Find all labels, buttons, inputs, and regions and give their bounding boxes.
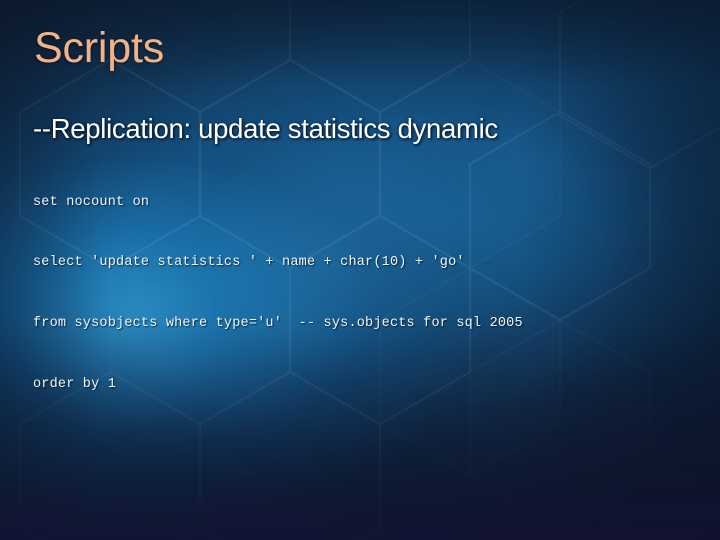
- code-line: from sysobjects where type='u' -- sys.ob…: [33, 316, 523, 332]
- code-line: order by 1: [33, 377, 117, 393]
- code-line: select 'update statistics ' + name + cha…: [33, 255, 465, 271]
- slide-content: Scripts --Replication: update statistics…: [0, 0, 720, 540]
- slide-subtitle: --Replication: update statistics dynamic: [33, 113, 498, 144]
- presentation-slide: Scripts --Replication: update statistics…: [0, 0, 720, 540]
- slide-title: Scripts: [34, 24, 165, 72]
- code-line: set nocount on: [33, 194, 150, 210]
- sql-code-block: set nocount on select 'update statistics…: [33, 152, 523, 436]
